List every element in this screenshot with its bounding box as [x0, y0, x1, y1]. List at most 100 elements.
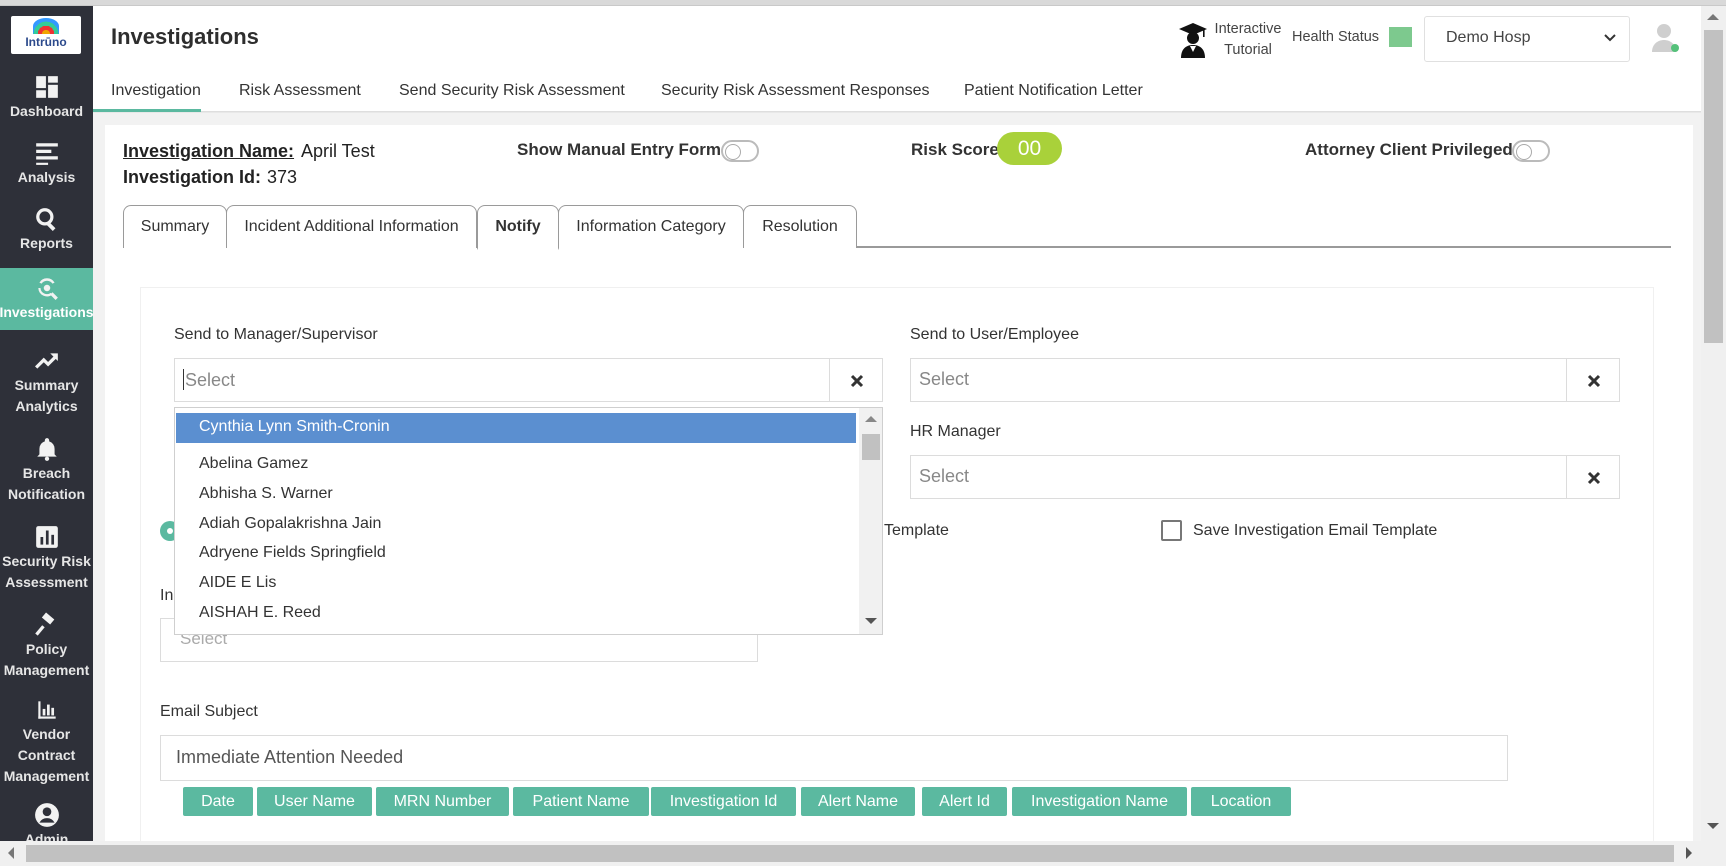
sidebar-item-reports[interactable]: Reports: [0, 200, 93, 260]
user-circle-icon: [34, 802, 60, 828]
placeholder-chip-mrn-number[interactable]: MRN Number: [376, 787, 509, 816]
tab-security-risk-assessment-responses[interactable]: Security Risk Assessment Responses: [661, 74, 930, 112]
interactive-tutorial-link[interactable]: Interactive Tutorial: [1213, 19, 1283, 61]
sidebar-item-label: Summary: [14, 376, 79, 393]
tab-incident-additional-information[interactable]: Incident Additional Information: [226, 205, 477, 248]
placeholder-chip-investigation-id[interactable]: Investigation Id: [651, 787, 796, 816]
manager-supervisor-label: Send to Manager/Supervisor: [174, 326, 378, 343]
placeholder-chip-alert-name[interactable]: Alert Name: [801, 787, 915, 816]
dropdown-scroll-thumb[interactable]: [862, 434, 880, 460]
investigations-icon: [34, 275, 60, 301]
dropdown-option[interactable]: AIDE E Lis: [176, 569, 856, 599]
placeholder-chip-investigation-name[interactable]: Investigation Name: [1012, 787, 1187, 816]
email-subject-input[interactable]: Immediate Attention Needed: [160, 735, 1508, 781]
chevron-down-icon: [1604, 34, 1616, 42]
attorney-privileged-toggle[interactable]: [1512, 140, 1550, 162]
dropdown-option[interactable]: AISHAH E. Reed: [176, 599, 856, 629]
hr-manager-label: HR Manager: [910, 423, 1001, 440]
graduation-cap-icon[interactable]: [1176, 21, 1210, 59]
tab-resolution[interactable]: Resolution: [743, 205, 857, 248]
sidebar-item-label: Security Risk: [2, 552, 91, 569]
page-horizontal-scroll-thumb[interactable]: [26, 845, 1674, 862]
app-logo[interactable]: Intrūno: [11, 16, 81, 54]
sidebar-item-label: Breach: [22, 464, 71, 481]
sidebar-item-label: Dashboard: [9, 103, 84, 119]
sidebar-item-investigations[interactable]: Investigations: [0, 268, 93, 330]
sidebar-item-label: Reports: [20, 235, 73, 251]
sidebar-item-policy-management[interactable]: Policy Management: [0, 606, 93, 686]
scroll-down-arrow-icon[interactable]: [865, 618, 877, 630]
sidebar-item-security-risk-assessment[interactable]: Security Risk Assessment: [0, 518, 93, 598]
placeholder-chip-location[interactable]: Location: [1191, 787, 1291, 816]
sidebar-item-admin[interactable]: Admin: [0, 802, 93, 841]
hr-manager-select[interactable]: Select: [910, 455, 1567, 499]
close-icon: [1587, 374, 1601, 388]
sidebar-item-label: Policy: [25, 640, 68, 657]
placeholder-chip-alert-id[interactable]: Alert Id: [922, 787, 1007, 816]
bar-chart-icon: [34, 524, 60, 550]
sidebar-item-label: Vendor: [22, 726, 71, 742]
tutorial-line-1: Interactive: [1214, 21, 1282, 37]
scroll-up-arrow-icon[interactable]: [1707, 8, 1719, 20]
hospital-select[interactable]: Demo Hosp: [1424, 16, 1630, 62]
sidebar-item-vendor-contract-management[interactable]: Vendor Contract Management: [0, 694, 93, 790]
sidebar-item-label: Investigations: [0, 304, 93, 320]
sidebar-item-breach-notification[interactable]: Breach Notification: [0, 430, 93, 510]
save-template-checkbox[interactable]: [1161, 520, 1182, 541]
scroll-right-arrow-icon[interactable]: [1686, 847, 1698, 859]
hr-clear-button[interactable]: [1566, 455, 1620, 499]
dropdown-option[interactable]: Abelina Gamez: [176, 450, 856, 480]
health-status-label: Health Status: [1292, 29, 1380, 45]
dropdown-option[interactable]: Adryene Fields Springfield: [176, 539, 856, 569]
tutorial-line-2: Tutorial: [1224, 42, 1272, 58]
header: Investigations Interactive Tutorial Heal…: [93, 6, 1701, 74]
bell-icon: [34, 436, 60, 462]
manager-clear-button[interactable]: [829, 358, 883, 402]
email-subject-label: Email Subject: [160, 703, 258, 720]
scroll-down-arrow-icon[interactable]: [1707, 823, 1719, 835]
placeholder-chip-date[interactable]: Date: [183, 787, 253, 816]
page-vertical-scroll-thumb[interactable]: [1704, 30, 1723, 343]
sidebar-item-analysis[interactable]: Analysis: [0, 134, 93, 194]
placeholder-chip-patient-name[interactable]: Patient Name: [513, 787, 649, 816]
gavel-icon: [34, 612, 60, 638]
manager-dropdown-list: Cynthia Lynn Smith-Cronin Abelina Gamez …: [174, 407, 883, 635]
tab-risk-assessment[interactable]: Risk Assessment: [239, 74, 361, 112]
template-label: Template: [884, 522, 949, 539]
page-horizontal-scrollbar[interactable]: [0, 841, 1726, 866]
tab-investigation[interactable]: Investigation: [93, 74, 201, 112]
dropdown-option[interactable]: Cynthia Lynn Smith-Cronin: [176, 413, 856, 443]
sidebar-item-label: Admin: [24, 831, 69, 841]
logo-text: Intrūno: [25, 35, 67, 49]
dropdown-option[interactable]: Abhisha S. Warner: [176, 480, 856, 510]
risk-score-label: Risk Score: [911, 140, 999, 159]
dropdown-option[interactable]: Adiah Gopalakrishna Jain: [176, 510, 856, 540]
analysis-icon: [34, 140, 60, 166]
tab-patient-notification-letter[interactable]: Patient Notification Letter: [964, 74, 1143, 112]
sidebar-item-summary-analytics[interactable]: Summary Analytics: [0, 342, 93, 422]
text-caret: [183, 369, 184, 390]
scroll-left-arrow-icon[interactable]: [2, 847, 14, 859]
user-clear-button[interactable]: [1566, 358, 1620, 402]
sidebar-item-label: Contract: [17, 747, 76, 763]
investigation-name-label: Investigation Name:: [123, 141, 295, 161]
tab-send-security-risk-assessment[interactable]: Send Security Risk Assessment: [399, 74, 625, 112]
manual-entry-label: Show Manual Entry Form: [517, 140, 722, 159]
tab-summary[interactable]: Summary: [123, 205, 227, 248]
top-tabs: Investigation Risk Assessment Send Secur…: [93, 74, 1701, 112]
investigation-id-label: Investigation Id:: [123, 167, 262, 187]
scroll-up-arrow-icon[interactable]: [865, 410, 877, 422]
tab-information-category[interactable]: Information Category: [558, 205, 744, 248]
tab-notify[interactable]: Notify: [477, 205, 559, 250]
manager-supervisor-select[interactable]: Select: [174, 358, 830, 402]
page-vertical-scrollbar[interactable]: [1701, 6, 1726, 841]
sidebar-item-label: Analytics: [15, 397, 78, 414]
dropdown-scrollbar[interactable]: [859, 408, 882, 634]
manual-entry-toggle[interactable]: [721, 140, 759, 162]
user-avatar-icon[interactable]: [1651, 20, 1681, 54]
sidebar-item-dashboard[interactable]: Dashboard: [0, 68, 93, 128]
search-icon: [34, 206, 60, 232]
placeholder-chip-user-name[interactable]: User Name: [257, 787, 372, 816]
attorney-privileged-label: Attorney Client Privileged :: [1305, 140, 1524, 159]
user-employee-select[interactable]: Select: [910, 358, 1567, 402]
